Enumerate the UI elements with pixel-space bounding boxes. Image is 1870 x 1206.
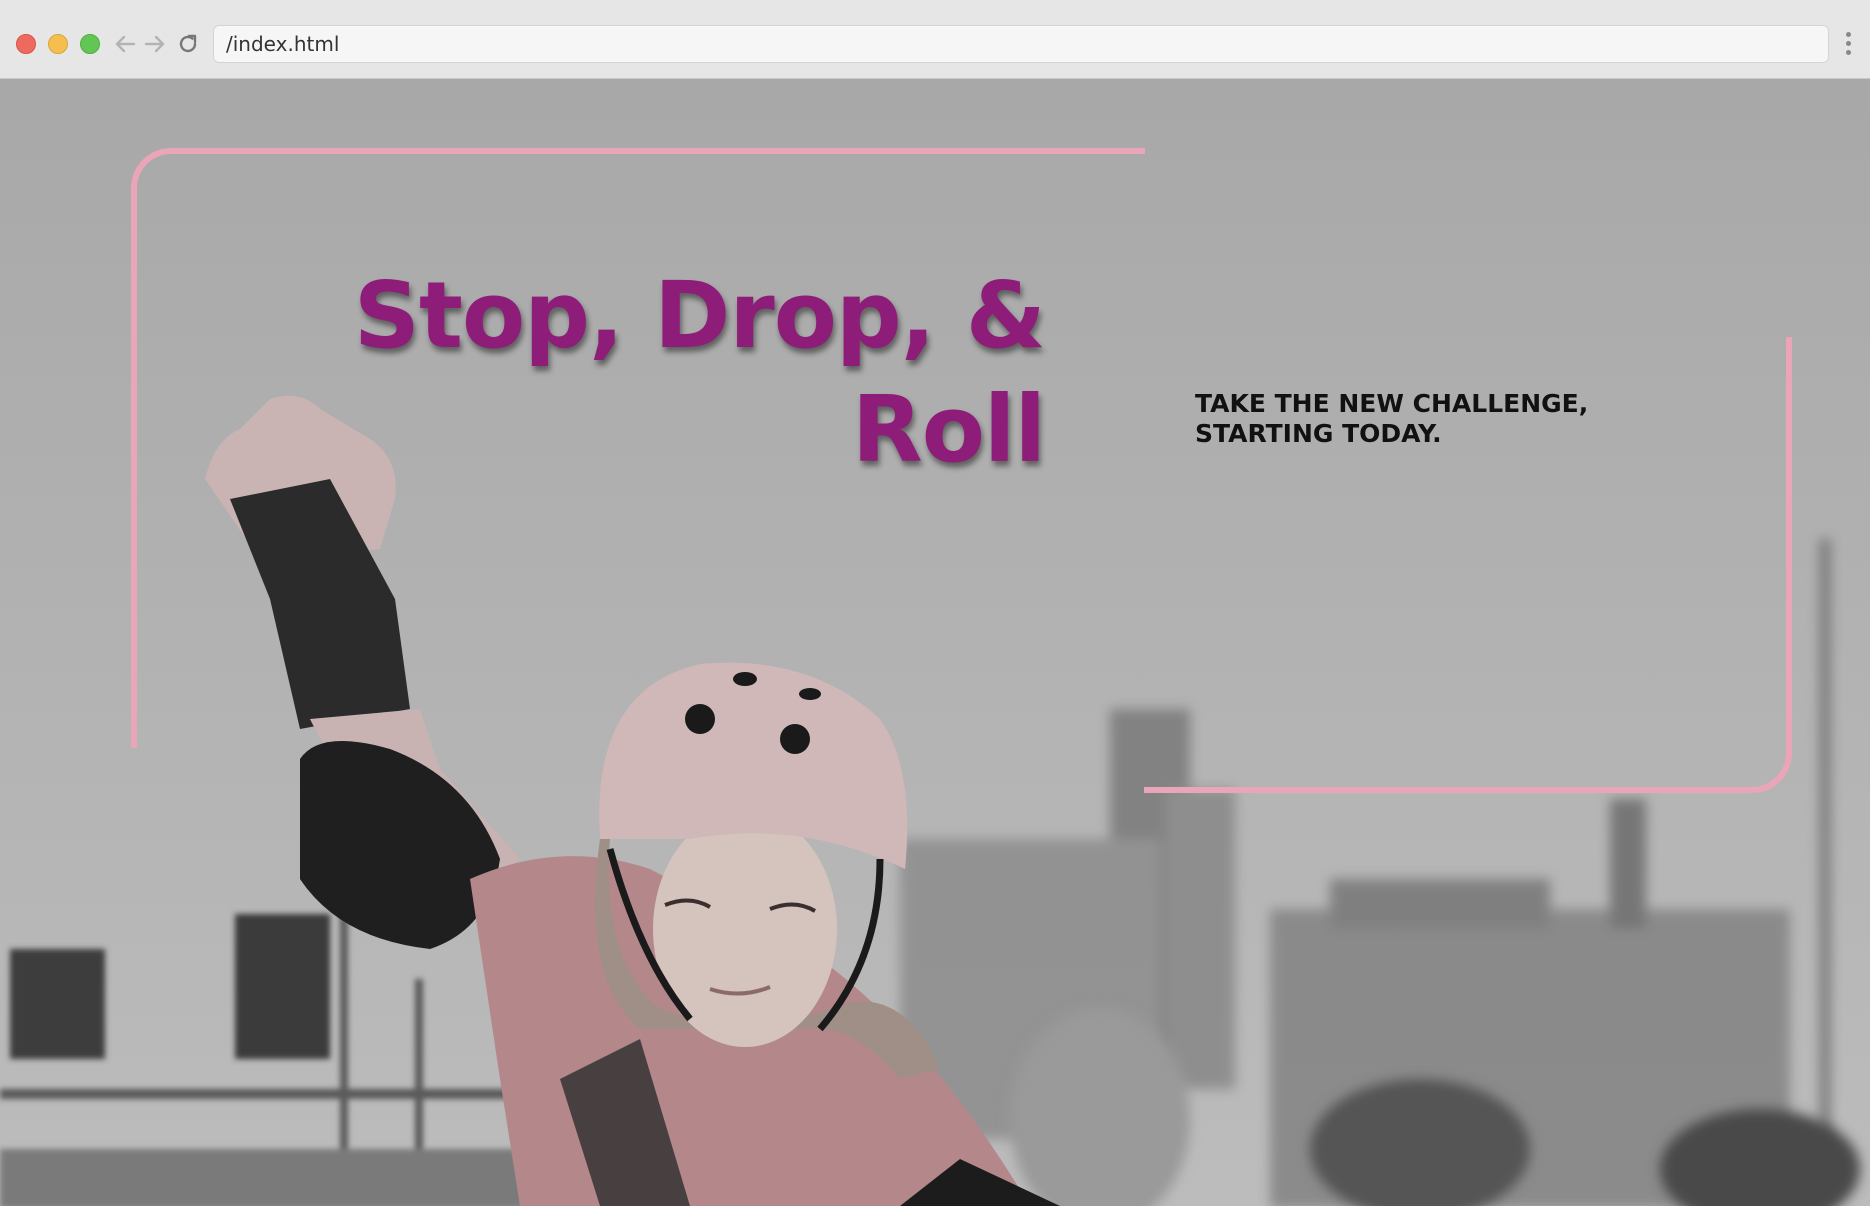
hero-section: Stop, Drop, & Roll TAKE THE NEW CHALLENG… bbox=[0, 79, 1870, 1206]
reload-button[interactable] bbox=[175, 30, 201, 58]
minimize-window-button[interactable] bbox=[48, 34, 68, 54]
hero-headline: Stop, Drop, & Roll bbox=[300, 259, 1046, 487]
back-button[interactable] bbox=[112, 30, 138, 58]
address-bar[interactable]: /index.html bbox=[213, 25, 1829, 63]
hero-tagline-line-2: STARTING TODAY. bbox=[1195, 419, 1442, 448]
arrow-right-icon bbox=[144, 35, 165, 53]
reload-icon bbox=[179, 34, 197, 53]
browser-toolbar: /index.html bbox=[0, 0, 1870, 79]
hero-tagline-line-1: TAKE THE NEW CHALLENGE, bbox=[1195, 389, 1589, 418]
arrow-left-icon bbox=[115, 35, 136, 53]
close-window-button[interactable] bbox=[16, 34, 36, 54]
forward-button[interactable] bbox=[142, 30, 168, 58]
kebab-menu-icon bbox=[1845, 31, 1851, 37]
browser-menu-button[interactable] bbox=[1840, 28, 1856, 58]
maximize-window-button[interactable] bbox=[80, 34, 100, 54]
hero-headline-line-2: Roll bbox=[851, 376, 1046, 483]
url-text: /index.html bbox=[226, 32, 340, 56]
hero-tagline: TAKE THE NEW CHALLENGE, STARTING TODAY. bbox=[1195, 389, 1715, 449]
hero-headline-line-1: Stop, Drop, & bbox=[353, 262, 1046, 369]
